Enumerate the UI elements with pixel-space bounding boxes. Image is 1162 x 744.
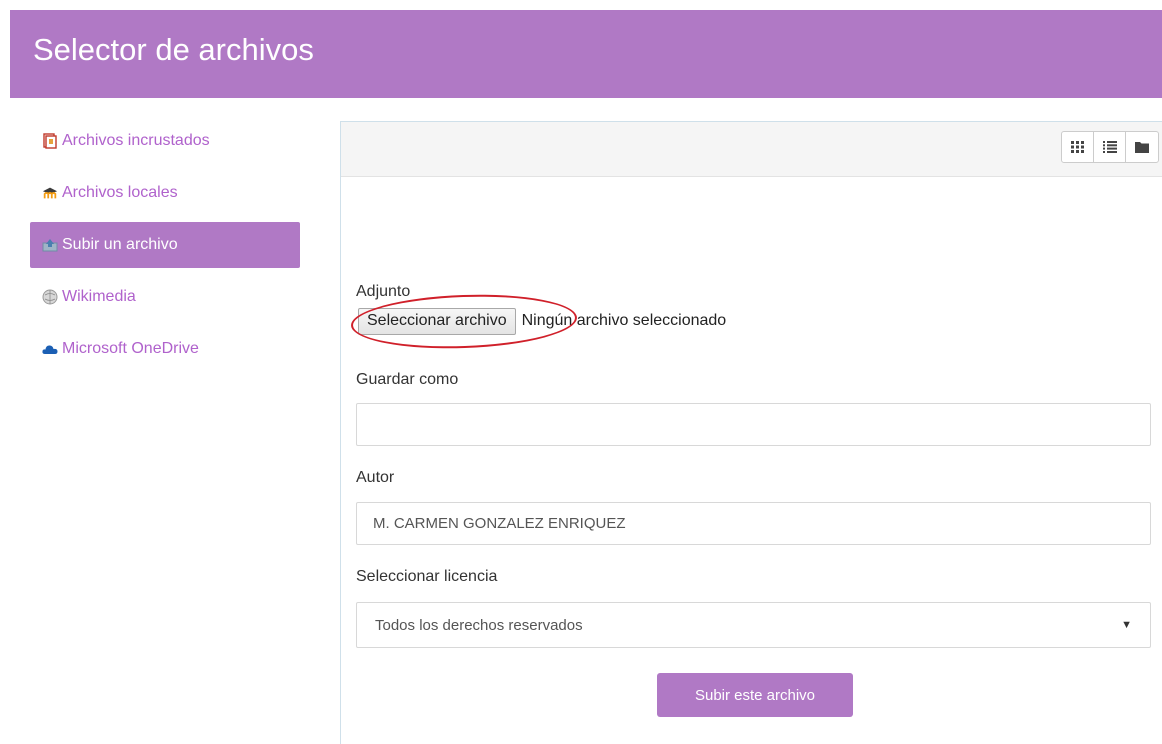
grid-view-button[interactable] (1062, 132, 1094, 162)
sidebar-item-label: Subir un archivo (62, 236, 178, 253)
grid-view-icon (1070, 141, 1084, 153)
sidebar-item-label: Archivos incrustados (62, 132, 210, 149)
upload-file-button[interactable]: Subir este archivo (657, 673, 853, 717)
author-label: Autor (356, 469, 395, 486)
save-as-input[interactable] (356, 403, 1151, 446)
choose-file-button[interactable]: Seleccionar archivo (358, 307, 516, 335)
sidebar-item-wikimedia[interactable]: Wikimedia (30, 274, 300, 320)
save-as-label: Guardar como (356, 371, 459, 388)
folder-view-icon (1135, 142, 1149, 153)
sidebar-item-onedrive[interactable]: Microsoft OneDrive (30, 326, 300, 372)
onedrive-icon (42, 341, 58, 357)
list-view-icon (1102, 141, 1117, 153)
dialog-header: Selector de archivos (10, 10, 1162, 98)
folder-view-button[interactable] (1126, 132, 1158, 162)
sidebar-item-label: Microsoft OneDrive (62, 340, 199, 357)
sidebar-item-upload[interactable]: Subir un archivo (30, 222, 300, 268)
view-toolbar (341, 122, 1162, 177)
embedded-files-icon (42, 133, 58, 149)
upload-panel: Adjunto Seleccionar archivo Ningún archi… (340, 121, 1162, 744)
sidebar-item-local-files[interactable]: Archivos locales (30, 170, 300, 216)
file-chooser-row: Seleccionar archivo Ningún archivo selec… (358, 306, 726, 336)
upload-icon (42, 237, 58, 253)
sidebar-item-embedded-files[interactable]: Archivos incrustados (30, 118, 300, 164)
file-status-text: Ningún archivo seleccionado (521, 312, 727, 329)
license-label: Seleccionar licencia (356, 568, 498, 585)
file-picker-dialog: Selector de archivos Archivos incrustado… (10, 10, 1162, 744)
sidebar-item-label: Wikimedia (62, 288, 136, 305)
view-switcher (1061, 131, 1159, 163)
moodle-icon (42, 185, 58, 201)
chevron-down-icon: ▼ (1121, 619, 1132, 631)
license-selected-value: Todos los derechos reservados (375, 616, 583, 634)
dialog-title: Selector de archivos (33, 32, 314, 67)
author-input[interactable]: M. CARMEN GONZALEZ ENRIQUEZ (356, 502, 1151, 545)
license-select[interactable]: Todos los derechos reservados ▼ (356, 602, 1151, 648)
repository-sidebar: Archivos incrustados Archivos locales Su… (30, 118, 300, 378)
attachment-label: Adjunto (356, 283, 411, 300)
wikimedia-icon (42, 289, 58, 305)
sidebar-item-label: Archivos locales (62, 184, 178, 201)
list-view-button[interactable] (1094, 132, 1126, 162)
